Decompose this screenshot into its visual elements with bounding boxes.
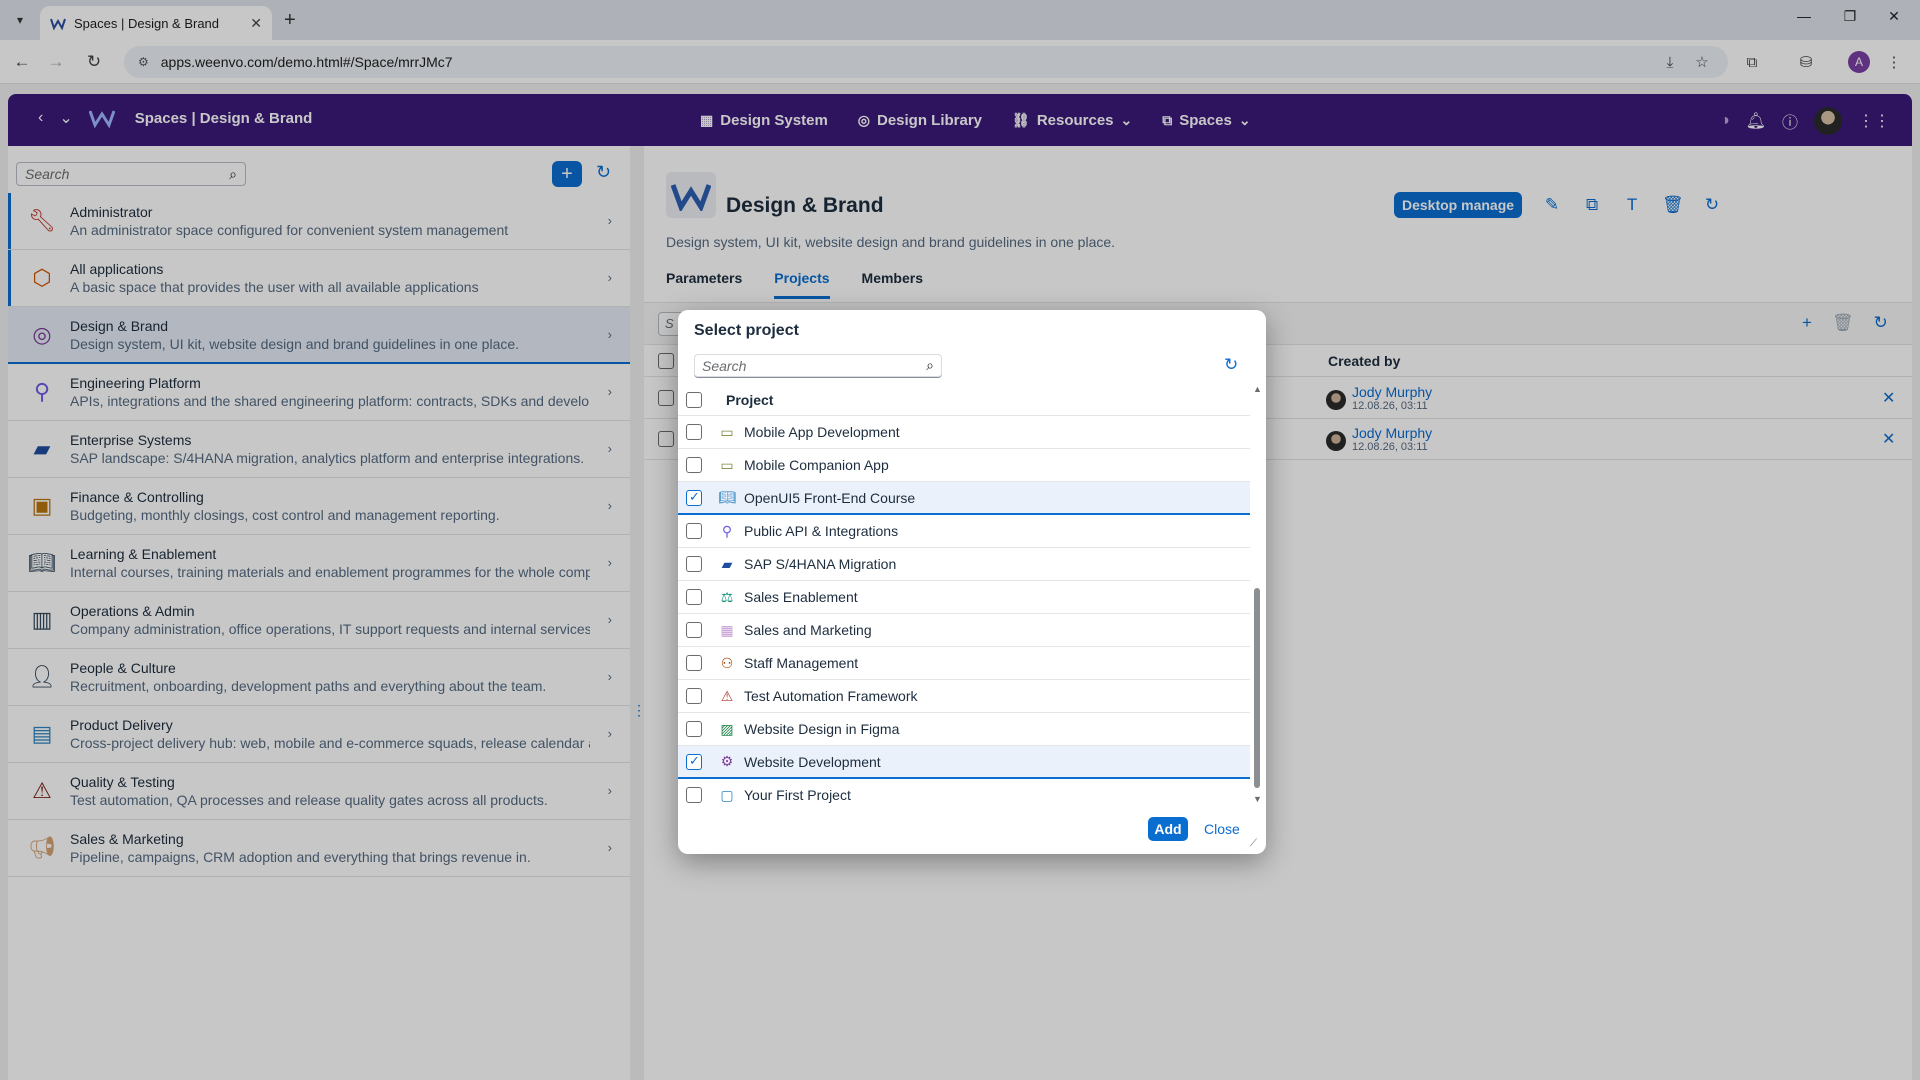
add-button[interactable]: Add — [1148, 817, 1188, 841]
project-name: Mobile App Development — [744, 424, 900, 440]
project-name: Your First Project — [744, 787, 851, 803]
plug-icon: ⚲ — [721, 522, 733, 539]
project-row[interactable]: ▢ Your First Project — [678, 779, 1250, 810]
close-button[interactable]: Close — [1204, 821, 1240, 837]
refresh-icon[interactable]: ↻ — [1224, 355, 1238, 375]
select-project-dialog: Select project Search ⌕ ↻ Project ▭ Mobil… — [678, 310, 1266, 854]
chart-icon: ▦ — [720, 621, 734, 638]
project-checkbox[interactable] — [686, 424, 702, 440]
project-checkbox[interactable] — [686, 787, 702, 803]
scroll-thumb[interactable] — [1254, 588, 1260, 788]
project-name: Website Design in Figma — [744, 721, 900, 737]
dialog-footer: Add Close — [678, 810, 1266, 854]
scroll-down-icon[interactable]: ▼ — [1253, 794, 1262, 804]
project-name: OpenUI5 Front-End Course — [744, 489, 916, 506]
briefcase-icon: ▢ — [720, 786, 734, 803]
project-row[interactable]: ▰ SAP S/4HANA Migration — [678, 548, 1250, 581]
project-checkbox[interactable] — [686, 457, 702, 473]
project-row[interactable]: ⚖ Sales Enablement — [678, 581, 1250, 614]
project-row[interactable]: ▭ Mobile App Development — [678, 416, 1250, 449]
project-checkbox[interactable] — [686, 688, 702, 704]
project-checkbox[interactable] — [686, 622, 702, 638]
project-name: Public API & Integrations — [744, 523, 899, 539]
project-name: Test Automation Framework — [744, 688, 918, 704]
project-checkbox[interactable] — [686, 556, 702, 572]
project-name: Sales and Marketing — [744, 622, 872, 638]
scroll-up-icon[interactable]: ▲ — [1253, 384, 1262, 394]
scale-icon: ⚖ — [720, 588, 734, 605]
project-column-header: Project — [726, 391, 774, 408]
project-name: Staff Management — [744, 655, 859, 671]
project-row[interactable]: ▭ Mobile Companion App — [678, 449, 1250, 482]
project-name: Website Development — [744, 753, 881, 770]
project-name: Sales Enablement — [744, 589, 858, 605]
project-checkbox[interactable] — [686, 721, 702, 737]
devices-icon: ▭ — [720, 423, 734, 440]
project-row[interactable]: ⚇ Staff Management — [678, 647, 1250, 680]
gear-icon: ⚙ — [720, 753, 734, 769]
project-checkbox[interactable] — [686, 589, 702, 605]
devices-icon: ▭ — [720, 456, 734, 473]
project-name: Mobile Companion App — [744, 457, 889, 473]
project-row[interactable]: ▨ Website Design in Figma — [678, 713, 1250, 746]
book-icon: 📖︎ — [718, 489, 736, 505]
project-row[interactable]: ⚲ Public API & Integrations — [678, 515, 1250, 548]
project-name: SAP S/4HANA Migration — [744, 556, 897, 572]
project-row[interactable]: ⚙ Website Development — [678, 746, 1250, 779]
search-placeholder: Search — [702, 357, 747, 374]
project-list-scrollbar[interactable]: ▲ ▼ — [1250, 384, 1264, 810]
project-row[interactable]: 📖︎ OpenUI5 Front-End Course — [678, 482, 1250, 515]
project-checkbox[interactable] — [686, 489, 702, 506]
project-search-input[interactable]: Search ⌕ — [694, 354, 942, 378]
image-icon: ▨ — [720, 720, 734, 737]
project-checkbox[interactable] — [686, 655, 702, 671]
resize-handle-icon[interactable]: ⟋ — [1250, 838, 1257, 849]
project-row[interactable]: ⚠ Test Automation Framework — [678, 680, 1250, 713]
project-list-header: Project — [678, 384, 1250, 416]
warning-icon: ⚠ — [720, 687, 734, 704]
project-row[interactable]: ▦ Sales and Marketing — [678, 614, 1250, 647]
dialog-title: Select project — [694, 322, 799, 339]
people-icon: ⚇ — [720, 654, 734, 671]
flag-icon: ▰ — [721, 555, 733, 572]
project-list: Project ▭ Mobile App Development ▭ Mobile C… — [678, 384, 1250, 810]
select-all-checkbox[interactable] — [686, 391, 702, 408]
search-icon[interactable]: ⌕ — [926, 357, 934, 374]
project-checkbox[interactable] — [686, 523, 702, 539]
project-checkbox[interactable] — [686, 753, 702, 770]
